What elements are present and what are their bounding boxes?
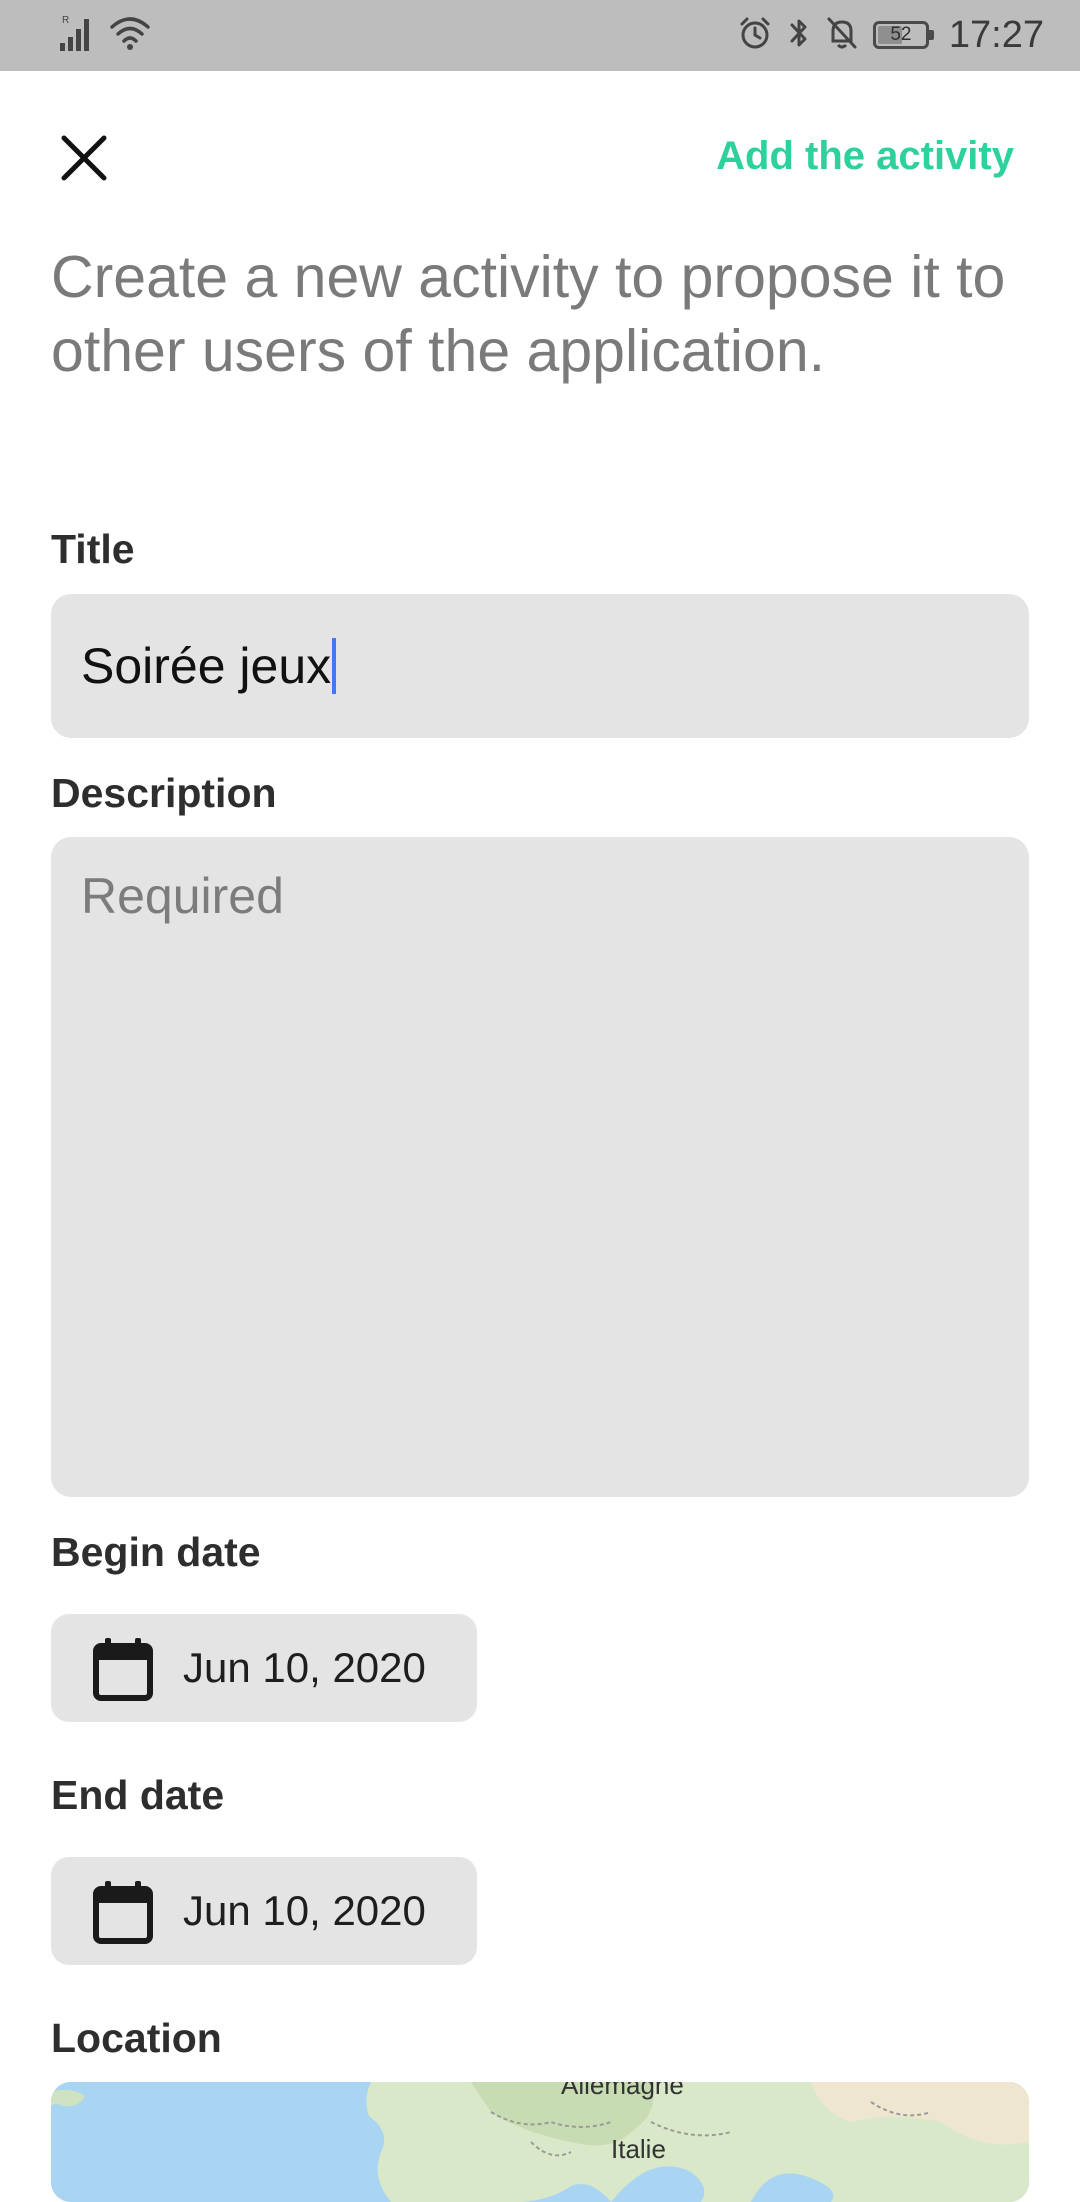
title-field[interactable]: Soirée jeux: [51, 594, 1029, 738]
battery-tip: [928, 30, 934, 40]
close-button[interactable]: [56, 130, 112, 186]
status-left: R: [56, 12, 152, 58]
description-placeholder: Required: [81, 868, 284, 924]
network-tag: R: [62, 15, 69, 26]
location-map[interactable]: Allemagne Italie: [51, 2082, 1029, 2202]
text-caret: [332, 638, 337, 694]
title-label: Title: [51, 526, 135, 572]
description-label: Description: [51, 770, 277, 816]
end-date-value: Jun 10, 2020: [183, 1887, 426, 1934]
close-icon: [61, 135, 107, 181]
begin-date-label: Begin date: [51, 1529, 261, 1575]
end-date-label: End date: [51, 1772, 225, 1818]
calendar-icon: [93, 1881, 153, 1944]
end-date-button[interactable]: Jun 10, 2020: [51, 1857, 477, 1965]
description-field[interactable]: Required: [51, 837, 1029, 1497]
begin-date-value: Jun 10, 2020: [183, 1644, 426, 1691]
wifi-icon: [108, 13, 152, 58]
bluetooth-icon: [787, 15, 811, 56]
battery-icon: 52: [872, 21, 934, 49]
status-time: 17:27: [948, 13, 1044, 56]
battery-percent: 52: [890, 24, 912, 45]
muted-bell-icon: [825, 15, 859, 56]
signal-icon: R: [56, 13, 96, 58]
status-bar: R 52 17:27: [0, 0, 1080, 71]
map-image: Allemagne Italie: [51, 2082, 1029, 2202]
calendar-icon: [93, 1638, 153, 1701]
title-value-text: Soirée jeux: [81, 638, 332, 694]
map-label-germany: Allemagne: [561, 2082, 684, 2100]
begin-date-button[interactable]: Jun 10, 2020: [51, 1614, 477, 1722]
title-input-value[interactable]: Soirée jeux: [81, 638, 337, 694]
intro-text: Create a new activity to propose it to o…: [51, 244, 1006, 384]
status-right: 52 17:27: [737, 12, 1044, 58]
location-label: Location: [51, 2015, 222, 2061]
add-activity-button[interactable]: Add the activity: [716, 134, 1014, 178]
alarm-icon: [737, 15, 773, 56]
